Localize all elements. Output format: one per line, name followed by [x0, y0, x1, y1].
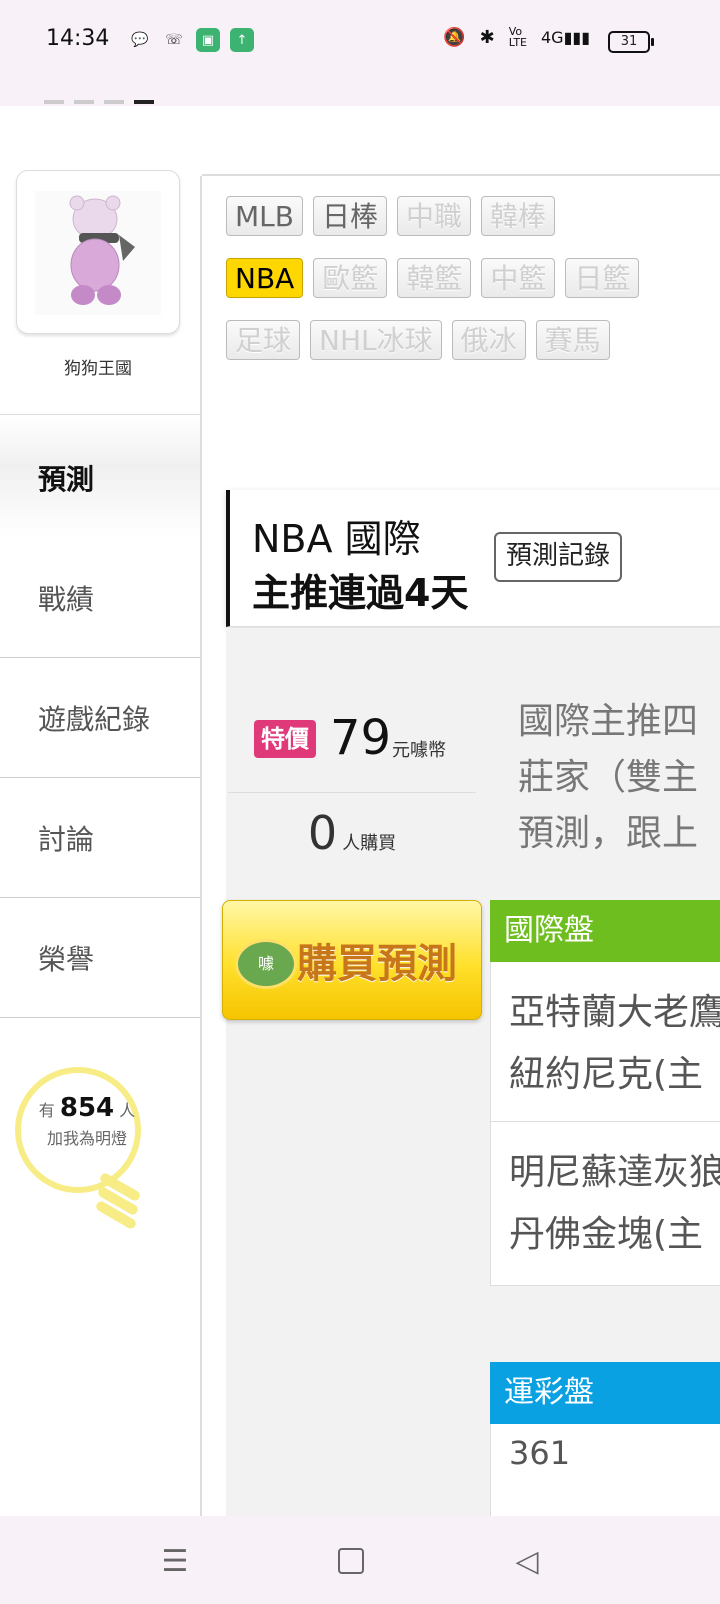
price-unit: 元噱幣: [392, 740, 446, 761]
buyer-count: 0 人購買: [228, 806, 476, 866]
follower-count: 854: [59, 1093, 115, 1123]
notification-icons: 💬 ☏ ▣ ↑: [128, 28, 254, 52]
lottery-number: 361: [509, 1434, 571, 1472]
category-tag-panel: MLB 日棒 中職 韓棒 NBA 歐籃 韓籃 中籃 日籃 足球 NHL冰球 俄冰…: [202, 174, 720, 412]
price-box: 特價 79 元噱幣: [228, 688, 476, 793]
follower-badge[interactable]: 有 854 人 加我為明燈: [12, 1064, 152, 1240]
page-dot: [44, 100, 64, 104]
tag-npb[interactable]: 日棒: [312, 196, 387, 236]
prediction-title: NBA 國際: [252, 517, 421, 561]
call-icon: ☏: [165, 32, 183, 48]
nav-item-discussion[interactable]: 討論: [0, 778, 200, 898]
page-indicator: [44, 100, 154, 104]
prediction-streak: 主推連過4天: [252, 571, 469, 615]
chat-bubble-icon: 💬: [131, 32, 149, 48]
lottery-section-header: 運彩盤: [490, 1362, 720, 1424]
profile-name: 狗狗王國: [64, 359, 132, 379]
tag-cpbl[interactable]: 中職: [396, 196, 471, 236]
buy-prediction-button[interactable]: 噱 購買預測: [222, 900, 482, 1020]
prediction-header: NBA 國際 主推連過4天 預測記錄: [226, 490, 720, 627]
match-item[interactable]: 明尼蘇達灰狼 丹佛金塊(主: [490, 1122, 720, 1286]
tag-china-basketball[interactable]: 中籃: [481, 258, 556, 298]
tag-euro-basketball[interactable]: 歐籃: [313, 258, 388, 298]
nav-item-honor[interactable]: 榮譽: [0, 898, 200, 1018]
tag-nba[interactable]: NBA: [226, 258, 304, 298]
profile-nav: 預測 戰績 遊戲紀錄 討論 榮譽: [0, 418, 200, 1018]
tag-nhl[interactable]: NHL冰球: [310, 320, 442, 360]
back-icon[interactable]: ◁: [510, 1544, 544, 1579]
home-team: 丹佛金塊(主: [509, 1214, 704, 1255]
system-icons: 🔕 ✱ Vo LTE 4G▮▮▮: [443, 26, 590, 48]
avatar-image: [35, 191, 161, 315]
tag-japan-basketball[interactable]: 日籃: [565, 258, 640, 298]
tag-row: NBA 歐籃 韓籃 中籃 日籃: [226, 258, 640, 298]
nav-item-label: 戰績: [38, 582, 95, 616]
battery-icon: 31: [608, 31, 654, 53]
upload-icon: ↑: [230, 28, 254, 52]
nav-item-game-history[interactable]: 遊戲紀錄: [0, 658, 200, 778]
menu-icon[interactable]: ☰: [158, 1544, 192, 1579]
prediction-description: 國際主推四 莊家（雙主 預測，跟上: [518, 694, 720, 862]
description-line: 預測，跟上: [518, 813, 699, 854]
profile-card: 狗狗王國: [0, 168, 200, 415]
follower-prefix: 有: [38, 1101, 55, 1120]
nav-item-record[interactable]: 戰績: [0, 538, 200, 658]
tag-kbo[interactable]: 韓棒: [481, 196, 556, 236]
lottery-item[interactable]: 361: [490, 1424, 720, 1516]
away-team: 明尼蘇達灰狼: [509, 1152, 720, 1193]
nav-item-label: 預測: [38, 463, 95, 496]
home-icon[interactable]: [334, 1544, 368, 1578]
nav-item-label: 榮譽: [38, 942, 95, 976]
bluetooth-icon: ✱: [479, 26, 495, 48]
buy-prediction-label: 購買預測: [297, 941, 457, 987]
nav-item-predict[interactable]: 預測: [0, 418, 200, 538]
tag-horse-racing[interactable]: 賽馬: [535, 320, 610, 360]
buyers-unit: 人購買: [342, 833, 397, 854]
follower-label: 加我為明燈: [46, 1129, 127, 1148]
price-value: 79: [330, 710, 392, 766]
tag-korea-basketball[interactable]: 韓籃: [397, 258, 472, 298]
tag-row: 足球 NHL冰球 俄冰 賽馬: [226, 320, 610, 360]
status-bar: 14:34 💬 ☏ ▣ ↑ 🔕 ✱ Vo LTE 4G▮▮▮ 31: [0, 0, 720, 84]
description-line: 莊家（雙主: [518, 757, 699, 798]
4g-signal-icon: 4G▮▮▮: [541, 27, 590, 47]
buyers-number: 0: [307, 806, 338, 860]
special-price-badge: 特價: [254, 720, 316, 758]
status-time: 14:34: [46, 26, 110, 51]
nav-item-label: 遊戲紀錄: [38, 702, 151, 736]
international-section-header: 國際盤: [490, 900, 720, 962]
tag-row: MLB 日棒 中職 韓棒: [226, 196, 556, 236]
tag-mlb[interactable]: MLB: [226, 196, 303, 236]
description-line: 國際主推四: [518, 701, 699, 742]
page-dot-active: [134, 100, 154, 104]
follower-text: 有 854 人 加我為明燈: [32, 1094, 142, 1153]
mute-icon: 🔕: [443, 26, 466, 48]
avatar[interactable]: [16, 170, 180, 334]
page-dot: [104, 100, 124, 104]
follower-suffix: 人: [119, 1101, 136, 1120]
coin-icon: 噱: [235, 939, 297, 989]
away-team: 亞特蘭大老鷹: [509, 992, 720, 1033]
system-nav-bar: ☰ ◁: [0, 1516, 720, 1604]
bear-figurine-icon: [69, 195, 135, 305]
prediction-record-button[interactable]: 預測記錄: [494, 532, 623, 582]
nav-item-label: 討論: [38, 822, 95, 856]
volte-icon: Vo LTE: [508, 25, 527, 49]
tag-soccer[interactable]: 足球: [226, 320, 301, 360]
page-dot: [74, 100, 94, 104]
home-team: 紐約尼克(主: [509, 1054, 704, 1095]
green-app-icon: ▣: [196, 28, 220, 52]
tag-khl[interactable]: 俄冰: [451, 320, 526, 360]
match-item[interactable]: 亞特蘭大老鷹 紐約尼克(主: [490, 962, 720, 1122]
